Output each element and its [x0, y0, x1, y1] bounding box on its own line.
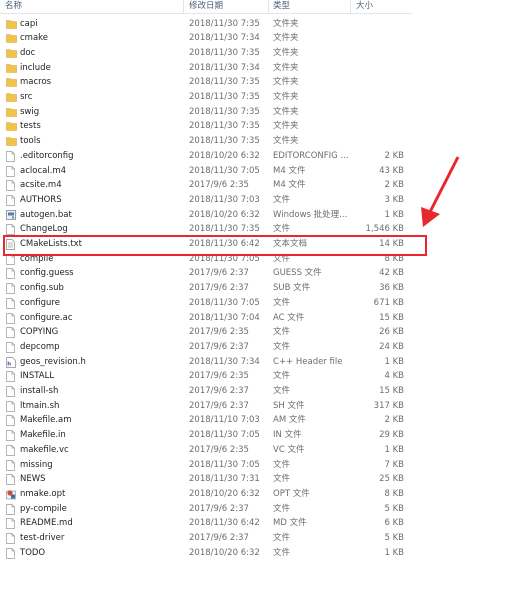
red-arrow-annotation — [421, 156, 460, 227]
